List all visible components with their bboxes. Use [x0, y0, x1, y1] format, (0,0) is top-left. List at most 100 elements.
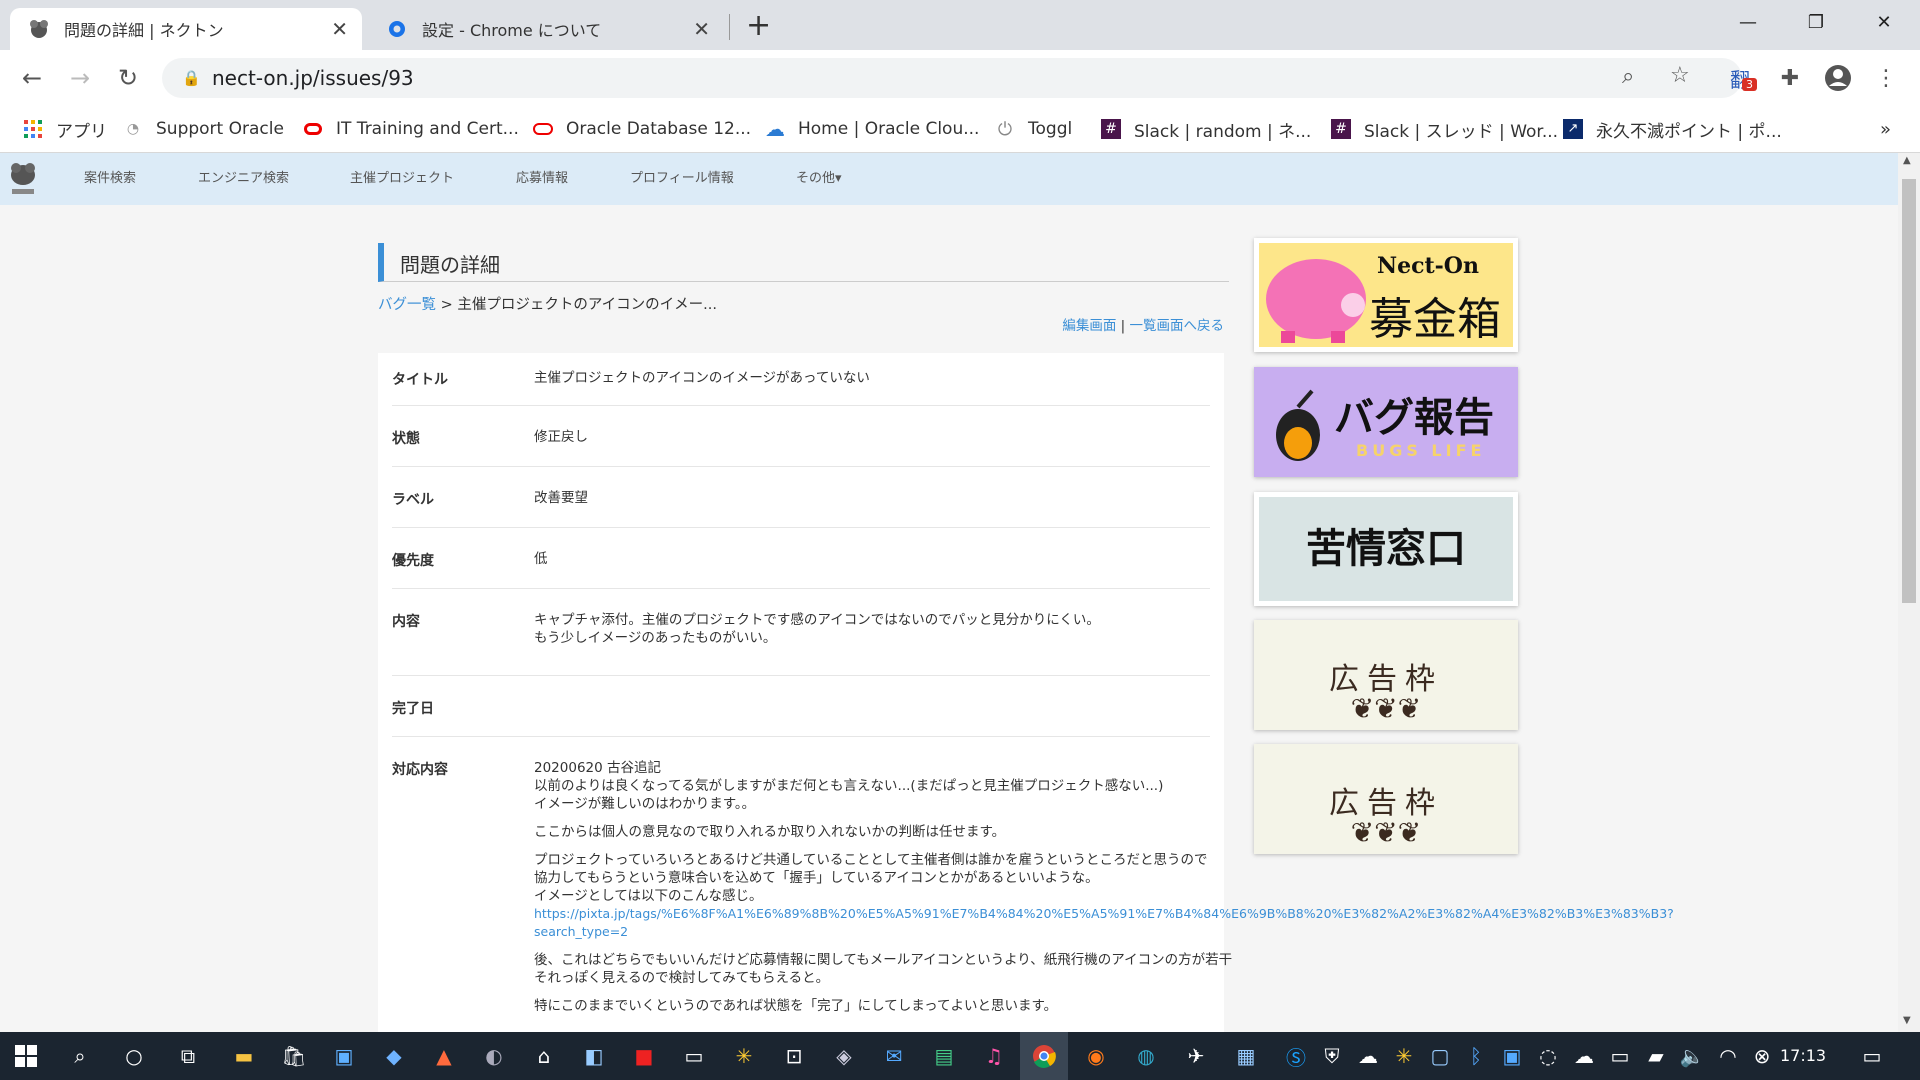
complaint-label: 苦情窓口 [1306, 526, 1466, 572]
app-icon[interactable]: ⊡ [770, 1032, 818, 1080]
breadcrumb-bug-list-link[interactable]: バグ一覧 [378, 297, 436, 313]
page-scrollbar[interactable]: ▲ ▼ [1898, 153, 1920, 1033]
store-icon[interactable]: 🛍 [270, 1032, 318, 1080]
forward-arrow-icon[interactable]: → [62, 60, 98, 96]
reload-icon[interactable]: ↻ [110, 60, 146, 96]
nav-applications[interactable]: 応募情報 [516, 153, 568, 205]
back-arrow-icon[interactable]: ← [14, 60, 50, 96]
bug-report-label: バグ報告 [1334, 395, 1494, 441]
oracle-ring-icon [532, 118, 554, 140]
app-icon[interactable]: ✳ [720, 1032, 768, 1080]
field-value: 主催プロジェクトのアイコンのイメージがあっていない [534, 370, 870, 386]
bookmark-slack-random[interactable]: # Slack | random | ネ... [1100, 116, 1311, 142]
field-row-title: タイトル 主催プロジェクトのアイコンのイメージがあっていない [392, 353, 1210, 406]
notifications-icon[interactable]: ▭ [1848, 1032, 1896, 1080]
field-value: 修正戻し [534, 429, 588, 445]
profile-avatar-icon[interactable] [1820, 60, 1856, 96]
bookmark-support-oracle[interactable]: ◔ Support Oracle [122, 116, 284, 142]
bookmark-apps[interactable]: アプリ [22, 116, 107, 142]
app-icon[interactable]: ▦ [1222, 1032, 1270, 1080]
bookmark-eikyu-point[interactable]: ↗ 永久不滅ポイント | ポ... [1562, 116, 1782, 142]
edge-icon[interactable]: ◍ [1122, 1032, 1170, 1080]
scroll-thumb[interactable] [1902, 179, 1916, 603]
cloud-icon: ☁ [765, 117, 785, 141]
scroll-down-icon[interactable]: ▼ [1903, 1015, 1911, 1026]
nav-profile[interactable]: プロフィール情報 [630, 153, 734, 205]
dictionary-extension-icon[interactable]: 翻 3 [1722, 60, 1758, 96]
extensions-puzzle-icon[interactable]: ✚ [1772, 60, 1808, 96]
cortana-icon[interactable]: ○ [110, 1032, 158, 1080]
complaint-banner[interactable]: 苦情窓口 [1254, 492, 1518, 606]
field-value: 改善要望 [534, 490, 588, 506]
app-icon[interactable]: ◐ [470, 1032, 518, 1080]
donation-banner[interactable]: Nect-On 募金箱 [1254, 238, 1518, 352]
search-icon[interactable]: ⌕ [56, 1032, 104, 1080]
page-title: 問題の詳細 [378, 243, 1229, 282]
zoom-icon[interactable]: ⌕ [1622, 64, 1634, 89]
tab-title: 問題の詳細 | ネクトン [64, 21, 224, 40]
bookmark-star-icon[interactable]: ☆ [1670, 63, 1690, 88]
app-icon[interactable]: ▣ [320, 1032, 368, 1080]
url-text[interactable]: nect-on.jp/issues/93 [212, 58, 414, 98]
app-icon[interactable]: ◆ [370, 1032, 418, 1080]
link-separator: | [1120, 318, 1126, 334]
chrome-icon[interactable] [1020, 1032, 1068, 1080]
bug-report-sub: BUGS LIFE [1356, 441, 1486, 460]
app-icon[interactable]: ▲ [420, 1032, 468, 1080]
app-icon[interactable]: ▤ [920, 1032, 968, 1080]
menu-kebab-icon[interactable]: ⋮ [1868, 60, 1904, 96]
close-window-icon[interactable]: ✕ [1856, 0, 1912, 44]
app-icon[interactable]: ◧ [570, 1032, 618, 1080]
app-icon[interactable]: ■ [620, 1032, 668, 1080]
task-view-icon[interactable]: ⧉ [164, 1032, 212, 1080]
tab-issue-detail[interactable]: 問題の詳細 | ネクトン ✕ [10, 8, 362, 50]
donation-label: 募金箱 [1369, 294, 1501, 345]
close-tab-icon[interactable]: ✕ [693, 17, 710, 41]
new-tab-icon[interactable]: + [746, 8, 771, 43]
back-to-list-link[interactable]: 一覧画面へ戻る [1130, 318, 1225, 334]
ad-banner-1[interactable]: 広告枠 ❦❦❦ [1254, 620, 1518, 730]
terminal-icon[interactable]: ▭ [670, 1032, 718, 1080]
scroll-up-icon[interactable]: ▲ [1903, 155, 1911, 166]
edit-link[interactable]: 編集画面 [1062, 318, 1116, 334]
bookmark-it-training[interactable]: IT Training and Cert... [302, 116, 519, 142]
minimize-icon[interactable]: — [1720, 0, 1776, 44]
tab-divider [729, 14, 730, 40]
reference-link[interactable]: https://pixta.jp/tags/%E6%8F%A1%E6%89%8B… [534, 906, 1674, 921]
mail-icon[interactable]: ✉ [870, 1032, 918, 1080]
close-tab-icon[interactable]: ✕ [331, 17, 348, 41]
field-value: 20200620 古谷追記 以前のよりは良くなってる気がしますがまだ何とも言えな… [534, 760, 1674, 1014]
restore-icon[interactable]: ❐ [1788, 0, 1844, 44]
issue-detail-card: タイトル 主催プロジェクトのアイコンのイメージがあっていない 状態 修正戻し ラ… [378, 353, 1674, 1080]
windows-start-icon[interactable] [2, 1032, 50, 1080]
nav-hosted-projects[interactable]: 主催プロジェクト [350, 153, 454, 205]
bookmark-oracle-database[interactable]: Oracle Database 12... [532, 116, 751, 142]
taskbar-clock[interactable]: 17:13 [1780, 1032, 1826, 1080]
more-bookmarks-icon[interactable]: » [1880, 116, 1891, 142]
app-icon[interactable]: ⌂ [520, 1032, 568, 1080]
bookmark-oracle-cloud[interactable]: ☁ Home | Oracle Clou... [764, 116, 979, 142]
app-icon[interactable]: ◈ [820, 1032, 868, 1080]
field-row-label: ラベル 改善要望 [392, 467, 1210, 528]
bookmarks-bar: アプリ ◔ Support Oracle IT Training and Cer… [0, 106, 1920, 153]
chart-icon: ↗ [1562, 118, 1584, 140]
no-connection-icon[interactable]: ⊗ [1738, 1032, 1786, 1080]
itunes-icon[interactable]: ♫ [970, 1032, 1018, 1080]
nav-engineer-search[interactable]: エンジニア検索 [198, 153, 289, 205]
app-icon[interactable]: ✈ [1172, 1032, 1220, 1080]
field-row-response: 対応内容 20200620 古谷追記 以前のよりは良くなってる気がしますがまだ何… [392, 737, 1674, 1077]
firefox-icon[interactable]: ◉ [1072, 1032, 1120, 1080]
nav-project-search[interactable]: 案件検索 [84, 153, 136, 205]
nekton-logo[interactable] [8, 161, 38, 197]
bookmark-toggl[interactable]: ⏻ Toggl [994, 116, 1072, 142]
ornament-icon: ❦❦❦ [1350, 816, 1422, 849]
tab-strip: 問題の詳細 | ネクトン ✕ 設定 - Chrome について ✕ + — ❐ … [0, 0, 1920, 50]
file-explorer-icon[interactable]: ▬ [220, 1032, 268, 1080]
ad-banner-2[interactable]: 広告枠 ❦❦❦ [1254, 744, 1518, 854]
nav-other-dropdown[interactable]: その他▾ [796, 153, 842, 205]
address-bar[interactable]: 🔒 nect-on.jp/issues/93 ⌕ ☆ [162, 58, 1742, 98]
tab-settings[interactable]: 設定 - Chrome について ✕ [368, 8, 724, 50]
bookmark-slack-thread[interactable]: # Slack | スレッド | Wor... [1330, 116, 1558, 142]
bug-report-banner[interactable]: バグ報告 BUGS LIFE [1254, 367, 1518, 477]
reference-link-cont[interactable]: search_type=2 [534, 924, 628, 939]
